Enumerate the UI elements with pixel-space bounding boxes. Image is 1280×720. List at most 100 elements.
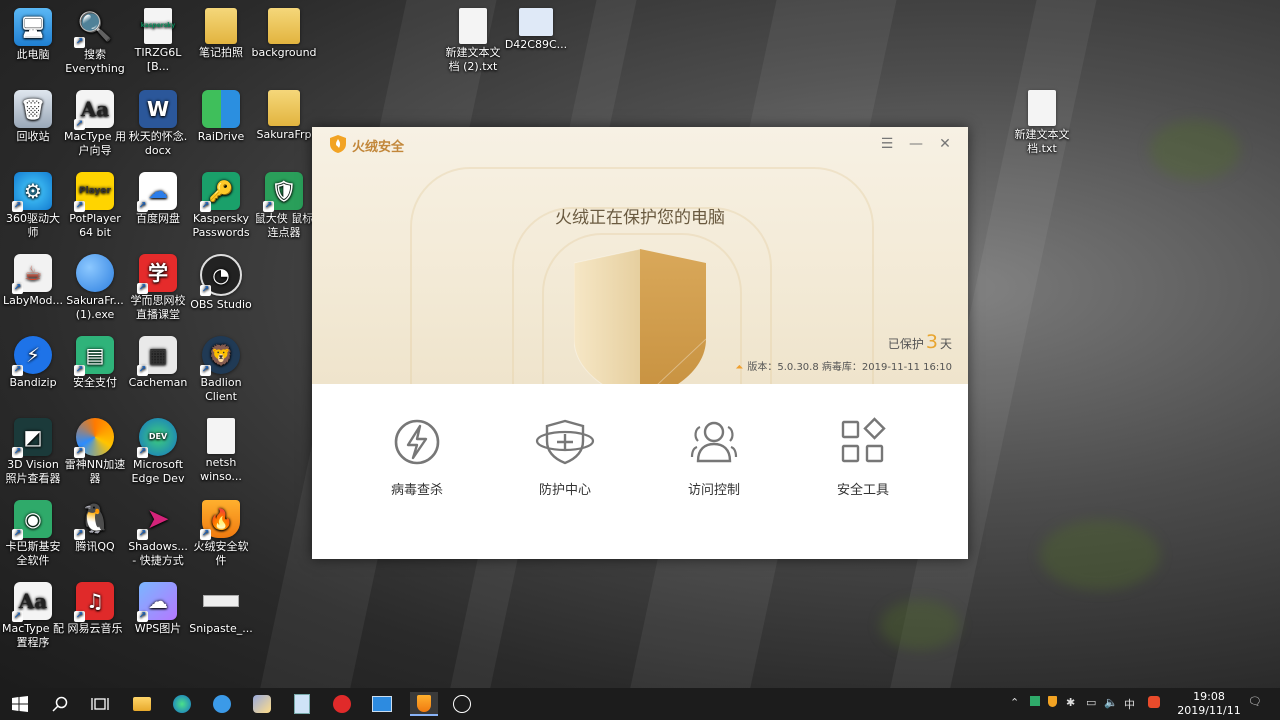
taskbar-obs[interactable]	[450, 692, 474, 716]
desktop-icon-everything[interactable]: 🔍 ↗ 搜索 Everything	[62, 8, 128, 76]
tray-volume[interactable]: 🔈	[1104, 696, 1118, 709]
desktop-icon-secure-pay[interactable]: ▤ ↗ 安全支付	[62, 336, 128, 390]
desktop-icon-mactype-wizard[interactable]: Aa ↗ MacType 用户向导	[62, 90, 128, 158]
penguin-icon: 🐧 ↗	[74, 502, 113, 540]
desktop-icon-snipaste[interactable]: Snipaste_...	[188, 582, 254, 636]
desktop-icon-label: Cacheman	[128, 376, 188, 389]
desktop-icon-this-pc[interactable]: 🖥 此电脑	[0, 8, 66, 62]
desktop-icon-autoclicker[interactable]: 🛡 ↗ 鼠大侠 鼠标 连点器	[251, 172, 317, 240]
tray-huorong[interactable]	[1048, 696, 1057, 710]
tray-sogou[interactable]	[1148, 696, 1160, 711]
desktop-icon-sakurafrp-exe[interactable]: SakuraFr... (1).exe	[62, 254, 128, 322]
tray-ime[interactable]: 中	[1124, 696, 1135, 712]
close-button[interactable]: ✕	[933, 133, 957, 155]
obs-icon: ◔ ↗	[200, 254, 242, 296]
desktop-icon-huorong[interactable]: 🔥 ↗ 火绒安全软件	[188, 500, 254, 568]
taskbar-remote-app[interactable]	[370, 692, 394, 716]
desktop-icon-docx[interactable]: W 秋天的怀念. docx	[125, 90, 191, 158]
screenshot-file-icon	[519, 8, 553, 36]
desktop-icon-kaspersky-passwords[interactable]: 🔑 ↗ Kaspersky Passwords	[188, 172, 254, 240]
desktop-icon-360-driver[interactable]: ⚙ ↗ 360驱动大师	[0, 172, 66, 240]
taskbar-huorong[interactable]	[410, 692, 438, 716]
recycle-bin-icon: 🗑	[14, 90, 52, 128]
desktop-icon-qq[interactable]: 🐧 ↗ 腾讯QQ	[62, 500, 128, 554]
desktop-icon-shadowsocks[interactable]: ➤ ↗ Shadows... - 快捷方式	[125, 500, 191, 568]
desktop-icon-recycle-bin[interactable]: 🗑 回收站	[0, 90, 66, 144]
desktop-icon-label: Kaspersky Passwords	[192, 212, 250, 239]
taskbar-edge-dev[interactable]	[170, 692, 194, 716]
shield-plus-icon	[535, 419, 595, 465]
desktop-icon-nn-accelerator[interactable]: ↗ 雷神NN加速器	[62, 418, 128, 486]
tool-security-tools[interactable]: 安全工具	[808, 417, 918, 498]
desktop-icon-label: 360驱动大师	[6, 212, 60, 239]
protection-headline: 火绒正在保护您的电脑	[555, 208, 725, 228]
potplayer-glyph: Player	[79, 186, 111, 196]
desktop-icon-netease-music[interactable]: ♫ ↗ 网易云音乐	[62, 582, 128, 636]
desktop-icon-xueersi[interactable]: 学 ↗ 学而思网校 直播课堂	[125, 254, 191, 322]
protected-suffix: 天	[939, 337, 952, 351]
kaspersky-icon	[1030, 696, 1040, 706]
title-bar[interactable]: 火绒安全 ☰ — ✕	[312, 127, 968, 161]
desktop-icon-netsh[interactable]: netsh winso...	[188, 418, 254, 484]
desktop-icon-obs[interactable]: ◔ ↗ OBS Studio	[188, 254, 254, 312]
desktop-icon-label: Snipaste_...	[189, 622, 253, 635]
search-button[interactable]	[48, 692, 72, 716]
desktop-icon-kaspersky[interactable]: ◉ ↗ 卡巴斯基安 全软件	[0, 500, 66, 568]
desktop-icon-raidrive[interactable]: RaiDrive	[188, 90, 254, 144]
desktop-icon-label: SakuraFr... (1).exe	[66, 294, 124, 321]
desktop-icon-bandizip[interactable]: ⚡ ↗ Bandizip	[0, 336, 66, 390]
desktop-icon-new-text-2[interactable]: 新建文本文档 (2).txt	[440, 8, 506, 74]
desktop-icon-labymod[interactable]: ☕ ↗ LabyMod...	[0, 254, 66, 308]
start-button[interactable]	[8, 692, 32, 716]
action-center-button[interactable]: 🗨	[1248, 695, 1262, 708]
desktop-icon-edge-dev[interactable]: DEV ↗ Microsoft Edge Dev	[125, 418, 191, 486]
desktop-icon-notes-photo[interactable]: 笔记拍照	[188, 8, 254, 60]
taskbar-notepad[interactable]	[290, 692, 314, 716]
cloud-icon	[213, 695, 231, 713]
taskbar-tool-app[interactable]	[250, 692, 274, 716]
desktop-icon-background[interactable]: background	[251, 8, 317, 60]
tray-kaspersky[interactable]	[1030, 696, 1040, 709]
desktop-icon-label: MacType 用户向导	[63, 130, 127, 157]
obs-icon	[453, 695, 471, 713]
tool-protection-center[interactable]: 防护中心	[510, 417, 620, 498]
show-hidden-icons-button[interactable]: ⌃	[1010, 696, 1019, 709]
desktop-icon-label: 火绒安全软件	[193, 540, 249, 567]
desktop-icon-baidu-netdisk[interactable]: ☁ ↗ 百度网盘	[125, 172, 191, 226]
desktop-icon-wps-pictures[interactable]: ☁ ↗ WPS图片	[125, 582, 191, 636]
tray-network[interactable]: ▭	[1086, 696, 1096, 709]
system-clock[interactable]: 19:08 2019/11/11	[1174, 690, 1244, 718]
desktop-icon-label: 安全支付	[73, 376, 117, 389]
minimize-button[interactable]: —	[904, 133, 928, 155]
desktop-icon-label: netsh winso...	[200, 456, 242, 483]
task-view-button[interactable]	[88, 692, 112, 716]
chevron-up-icon: ⌃	[1010, 696, 1020, 709]
menu-button[interactable]: ☰	[875, 133, 899, 155]
taskbar-netease-music[interactable]	[330, 692, 354, 716]
shield-icon	[574, 249, 706, 384]
desktop-icon-mactype-config[interactable]: Aa ↗ MacType 配置程序	[0, 582, 66, 650]
desktop-icon-d42c89c[interactable]: D42C89C...	[503, 8, 569, 52]
desktop-icon-label: 秋天的怀念. docx	[128, 130, 188, 157]
desktop-icon-label: 雷神NN加速器	[64, 458, 126, 485]
desktop-icon-potplayer[interactable]: Player ↗ PotPlayer 64 bit	[62, 172, 128, 240]
taskbar-cloud-app[interactable]	[210, 692, 234, 716]
desktop-icon-tirzg6l[interactable]: kaspersky TIRZG6L[B...	[125, 8, 191, 74]
desktop-icon-new-text[interactable]: 新建文本文 档.txt	[1009, 90, 1075, 156]
desktop-icon-badlion[interactable]: 🦁 ↗ Badlion Client	[188, 336, 254, 404]
folder-icon	[133, 697, 151, 711]
version-info[interactable]: ⏶ 版本：5.0.30.8 病毒库：2019-11-11 16:10	[735, 358, 952, 373]
java-icon: ☕ ↗	[12, 254, 52, 294]
desktop-icon-cacheman[interactable]: ▦ ↗ Cacheman	[125, 336, 191, 390]
desktop-icon-label: SakuraFrp	[256, 128, 312, 141]
desktop-icon-label: 鼠大侠 鼠标 连点器	[254, 212, 314, 239]
tool-virus-scan[interactable]: 病毒查杀	[362, 417, 472, 498]
taskbar-explorer[interactable]	[130, 692, 154, 716]
gear-icon: ⚙ ↗	[12, 172, 52, 212]
tool-access-control[interactable]: 访问控制	[659, 417, 769, 498]
desktop-icon-label: LabyMod...	[2, 294, 64, 307]
desktop-icon-3d-vision[interactable]: ◩ ↗ 3D Vision 照片查看器	[0, 418, 66, 486]
tray-app[interactable]: ✱	[1066, 696, 1075, 709]
file-icon: kaspersky	[141, 8, 175, 44]
desktop-icon-sakurafrp[interactable]: SakuraFrp	[251, 90, 317, 142]
